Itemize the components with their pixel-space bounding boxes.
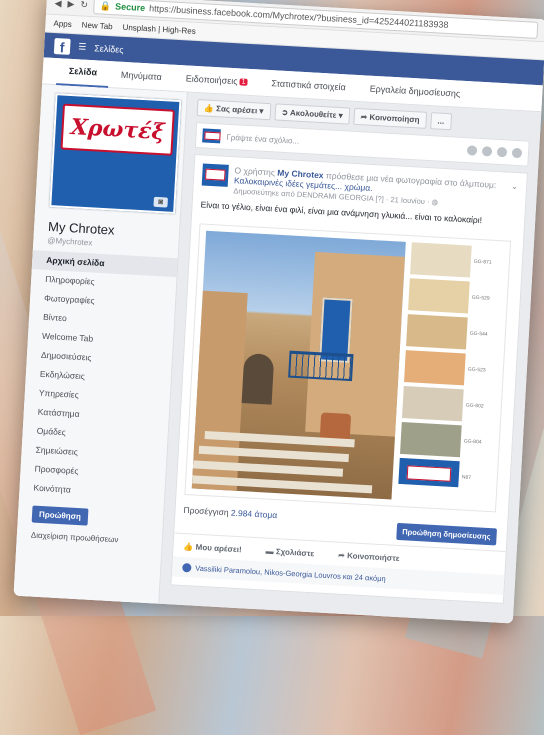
bookmark-unsplash[interactable]: Unsplash | High-Res <box>122 23 196 36</box>
reload-icon[interactable]: ↻ <box>80 0 88 10</box>
main-column: 👍 Σας αρέσει ▾ ➲ Ακολουθείτε ▾ ➦ Κοινοπο… <box>164 93 531 604</box>
color-swatches <box>398 242 472 491</box>
composer-icons <box>466 145 523 159</box>
tab-messages[interactable]: Μηνύματα <box>108 61 174 91</box>
page-content: Χρωτέξ ◙ My Chrotex @Mychrotex Αρχική σε… <box>13 84 542 624</box>
secure-label: Secure <box>114 1 146 13</box>
swatch-gg-544 <box>406 314 468 350</box>
chevron-down-icon[interactable]: ⌄ <box>510 181 519 211</box>
tab-label: Εργαλεία δημοσίευσης <box>369 83 461 99</box>
tab-label: Μηνύματα <box>120 69 163 83</box>
page-avatar <box>202 128 221 144</box>
forward-icon[interactable]: ▶ <box>67 0 74 10</box>
archway <box>241 353 275 405</box>
back-icon[interactable]: ◀ <box>54 0 61 9</box>
button-label: Σας αρέσει <box>215 104 258 116</box>
pages-menu-label[interactable]: Σελίδες <box>94 43 124 55</box>
swatch-code: GG-871 <box>473 258 492 266</box>
cycladic-stairs-photo <box>191 230 406 500</box>
swatch-gg-529 <box>408 278 470 314</box>
notification-badge: 1 <box>239 77 248 86</box>
like-icon <box>182 562 192 572</box>
camera-icon[interactable]: ◙ <box>153 196 168 208</box>
swatch-code: GG-529 <box>471 294 490 302</box>
browser-window: ◀ ▶ ↻ 🔒 Secure https://business.facebook… <box>13 0 544 624</box>
reach-label: Προσέγγιση <box>183 504 229 518</box>
promote-button[interactable]: Προώθηση <box>31 505 89 526</box>
tab-label: Στατιστικά στοιχεία <box>271 78 347 93</box>
brand-logo: Χρωτέξ <box>60 103 175 156</box>
swatch-gg-804 <box>400 421 462 458</box>
stair-step <box>192 475 373 494</box>
composer-placeholder: Γράψτε ένα σχόλιο... <box>226 132 300 146</box>
post-author-avatar[interactable] <box>201 163 229 187</box>
action-label: Μου αρέσει! <box>195 542 242 554</box>
share-page-button[interactable]: ➦ Κοινοποίηση <box>353 107 428 129</box>
facebook-logo-icon[interactable]: f <box>53 37 71 55</box>
lock-icon: 🔒 <box>99 0 112 11</box>
tab-page[interactable]: Σελίδα <box>56 57 110 89</box>
boost-post-button[interactable]: Προώθηση δημοσίευσης <box>395 522 498 546</box>
swatch-code: GG-523 <box>467 366 486 374</box>
tab-insights[interactable]: Στατιστικά στοιχεία <box>259 70 359 101</box>
post-reach: Προσέγγιση 2.984 άτομα <box>183 505 277 520</box>
swatch-code: GG-804 <box>463 438 482 446</box>
swatch-gg-523 <box>404 350 466 386</box>
tab-notifications[interactable]: Ειδοποιήσεις 1 <box>173 65 260 96</box>
sticker-icon[interactable] <box>511 147 523 159</box>
globe-icon: ◍ <box>431 197 439 207</box>
tab-label: Ειδοποιήσεις <box>185 73 238 87</box>
tab-label: Σελίδα <box>68 65 98 78</box>
action-label: Σχολιάστε <box>275 546 315 558</box>
comment-button[interactable]: ▬ Σχολιάστε <box>265 546 314 558</box>
like-page-button[interactable]: 👍 Σας αρέσει ▾ <box>196 99 271 121</box>
action-label: Κοινοποιήστε <box>346 550 400 563</box>
swatch-gg-802 <box>402 386 464 422</box>
manage-promotions-link[interactable]: Διαχείριση προωθήσεων <box>31 530 162 546</box>
swatch-code: GG-544 <box>469 330 488 338</box>
swatch-code: GG-802 <box>465 402 484 410</box>
more-button[interactable]: ... <box>430 112 452 131</box>
likers-text[interactable]: Vassiliki Paramolou, Nikos-Georgia Louvr… <box>195 563 386 583</box>
like-post-button[interactable]: 👍 Μου αρέσει! <box>183 541 242 553</box>
left-sidebar: Χρωτέξ ◙ My Chrotex @Mychrotex Αρχική σε… <box>13 84 188 607</box>
profile-picture[interactable]: Χρωτέξ ◙ <box>49 93 182 214</box>
sidebar-nav: Αρχική σελίδα Πληροφορίες Φωτογραφίες Βί… <box>19 250 178 505</box>
menu-icon[interactable]: ☰ <box>78 41 87 52</box>
swatch-gg-871 <box>410 242 472 278</box>
share-post-button[interactable]: ➦ Κοινοποιήστε <box>338 550 400 562</box>
post-photo[interactable]: GG-871 GG-529 GG-544 GG-523 GG-802 GG-80… <box>184 223 512 513</box>
button-label: Ακολουθείτε <box>289 108 337 120</box>
follow-button[interactable]: ➲ Ακολουθείτε ▾ <box>273 103 351 125</box>
bookmark-new-tab[interactable]: New Tab <box>81 20 112 31</box>
camera-icon[interactable] <box>481 146 493 157</box>
reach-value[interactable]: 2.984 άτομα <box>231 508 278 521</box>
button-label: Κοινοποίηση <box>369 112 420 125</box>
gif-icon[interactable] <box>496 146 508 158</box>
swatch-code: N87 <box>461 474 472 481</box>
bookmark-apps[interactable]: Apps <box>53 19 72 29</box>
feed-post: Ο χρήστης My Chrotex πρόσθεσε μια νέα φω… <box>170 153 528 604</box>
blue-balcony <box>288 350 354 382</box>
swatch-brand-logo <box>398 457 460 488</box>
emoji-icon[interactable] <box>466 145 478 156</box>
